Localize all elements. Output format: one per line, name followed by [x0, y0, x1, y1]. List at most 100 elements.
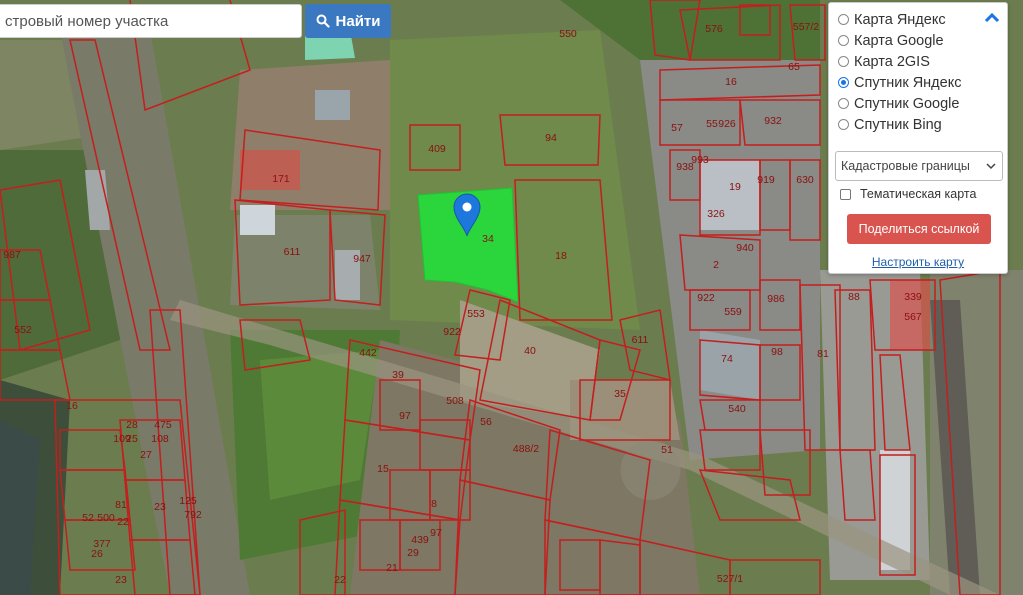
parcel-number-label: 51	[661, 444, 673, 456]
parcel-number-label: 34	[482, 233, 494, 245]
layer-option-google-map[interactable]: Карта Google	[838, 30, 961, 51]
parcel-number-label: 326	[707, 208, 725, 220]
parcel-number-label: 932	[764, 115, 782, 127]
parcel-number-label: 39	[392, 369, 404, 381]
parcel-number-label: 52	[82, 512, 94, 524]
parcel-number-label: 28	[126, 419, 138, 431]
parcel-number-label: 25	[126, 433, 138, 445]
parcel-number-label: 97	[399, 410, 411, 422]
parcel-number-label: 377	[93, 538, 111, 550]
parcel-number-label: 22	[334, 574, 346, 586]
layer-option-label: Спутник Google	[854, 95, 960, 112]
layer-option-label: Спутник Bing	[854, 116, 942, 133]
radio-icon[interactable]	[838, 119, 849, 130]
parcel-number-label: 926	[718, 118, 736, 130]
parcel-number-label: 65	[788, 61, 800, 73]
cadastral-search-input[interactable]	[0, 4, 302, 38]
parcel-number-label: 19	[729, 181, 741, 193]
parcel-number-label: 2	[713, 259, 719, 271]
parcel-number-label: 922	[697, 292, 715, 304]
search-icon	[316, 14, 330, 28]
parcel-number-label: 553	[467, 308, 485, 320]
parcel-number-label: 339	[904, 291, 922, 303]
parcel-number-label: 947	[353, 253, 371, 265]
parcel-number-label: 439	[411, 534, 429, 546]
parcel-number-label: 94	[545, 132, 557, 144]
overlay-select[interactable]: Кадастровые границы	[835, 151, 1003, 181]
parcel-number-label: 15	[377, 463, 389, 475]
share-link-button[interactable]: Поделиться ссылкой	[847, 214, 991, 244]
parcel-number-label: 16	[725, 76, 737, 88]
radio-icon[interactable]	[838, 56, 849, 67]
parcel-number-label: 442	[359, 347, 377, 359]
parcel-number-label: 540	[728, 403, 746, 415]
thematic-map-toggle[interactable]: Тематическая карта	[840, 187, 976, 201]
parcel-number-label: 81	[817, 348, 829, 360]
parcel-number-label: 919	[757, 174, 775, 186]
parcel-number-label: 56	[480, 416, 492, 428]
parcel-number-label: 987	[3, 249, 21, 261]
radio-icon[interactable]	[838, 98, 849, 109]
parcel-number-label: 986	[767, 293, 785, 305]
parcel-number-label: 18	[555, 250, 567, 262]
parcel-number-label: 40	[524, 345, 536, 357]
parcel-number-label: 550	[559, 28, 577, 40]
chevron-up-icon[interactable]	[983, 10, 1001, 26]
parcel-number-label: 993	[691, 154, 709, 166]
parcel-number-label: 55	[706, 118, 718, 130]
radio-icon[interactable]	[838, 14, 849, 25]
parcel-number-label: 940	[736, 242, 754, 254]
parcel-number-label: 22	[117, 516, 129, 528]
parcel-number-label: 98	[771, 346, 783, 358]
layer-option-google-satellite[interactable]: Спутник Google	[838, 93, 961, 114]
parcel-number-label: 125	[179, 495, 197, 507]
parcel-number-label: 74	[721, 353, 733, 365]
parcel-number-label: 23	[115, 574, 127, 586]
parcel-number-label: 88	[848, 291, 860, 303]
parcel-number-label: 500	[97, 512, 115, 524]
layer-option-yandex-map[interactable]: Карта Яндекс	[838, 9, 961, 30]
layer-option-label: Карта 2GIS	[854, 53, 930, 70]
parcel-number-label: 630	[796, 174, 814, 186]
parcel-number-label: 21	[386, 562, 398, 574]
radio-selected-icon[interactable]	[838, 77, 849, 88]
parcel-number-label: 552	[14, 324, 32, 336]
basemap-options: Карта Яндекс Карта Google Карта 2GIS Спу…	[838, 9, 961, 135]
parcel-number-label: 108	[151, 433, 169, 445]
parcel-number-label: 488/2	[513, 443, 539, 455]
parcel-number-label: 23	[154, 501, 166, 513]
radio-icon[interactable]	[838, 35, 849, 46]
parcel-number-label: 567	[904, 311, 922, 323]
layer-option-label: Спутник Яндекс	[854, 74, 962, 91]
checkbox-icon[interactable]	[840, 188, 851, 200]
parcel-number-label: 611	[632, 334, 649, 346]
parcel-number-label: 29	[407, 547, 419, 559]
layers-panel: Карта Яндекс Карта Google Карта 2GIS Спу…	[828, 2, 1008, 274]
thematic-map-label: Тематическая карта	[860, 187, 977, 201]
parcel-number-label: 57	[671, 122, 683, 134]
layer-option-yandex-satellite[interactable]: Спутник Яндекс	[838, 72, 961, 93]
parcel-number-label: 508	[446, 395, 464, 407]
parcel-number-label: 527/1	[717, 573, 743, 585]
parcel-number-label: 409	[428, 143, 446, 155]
parcel-number-label: 97	[430, 527, 442, 539]
overlay-select-value: Кадастровые границы	[841, 159, 970, 173]
search-button[interactable]: Найти	[305, 4, 391, 38]
parcel-number-label: 792	[184, 509, 202, 521]
parcel-number-label: 611	[284, 246, 301, 258]
parcel-number-label: 576	[705, 23, 723, 35]
search-button-label: Найти	[335, 12, 381, 30]
layer-option-bing-satellite[interactable]: Спутник Bing	[838, 114, 961, 135]
parcel-number-label: 81	[115, 499, 127, 511]
parcel-number-label: 8	[431, 498, 437, 510]
parcel-number-label: 559	[724, 306, 742, 318]
layer-option-label: Карта Яндекс	[854, 11, 946, 28]
parcel-number-label: 557/2	[793, 21, 819, 33]
layer-option-label: Карта Google	[854, 32, 944, 49]
parcel-number-label: 475	[154, 419, 172, 431]
configure-map-link[interactable]: Настроить карту	[829, 255, 1007, 269]
layer-option-2gis-map[interactable]: Карта 2GIS	[838, 51, 961, 72]
parcel-number-label: 35	[614, 388, 626, 400]
chevron-down-icon	[986, 163, 996, 170]
parcel-number-label: 922	[443, 326, 461, 338]
